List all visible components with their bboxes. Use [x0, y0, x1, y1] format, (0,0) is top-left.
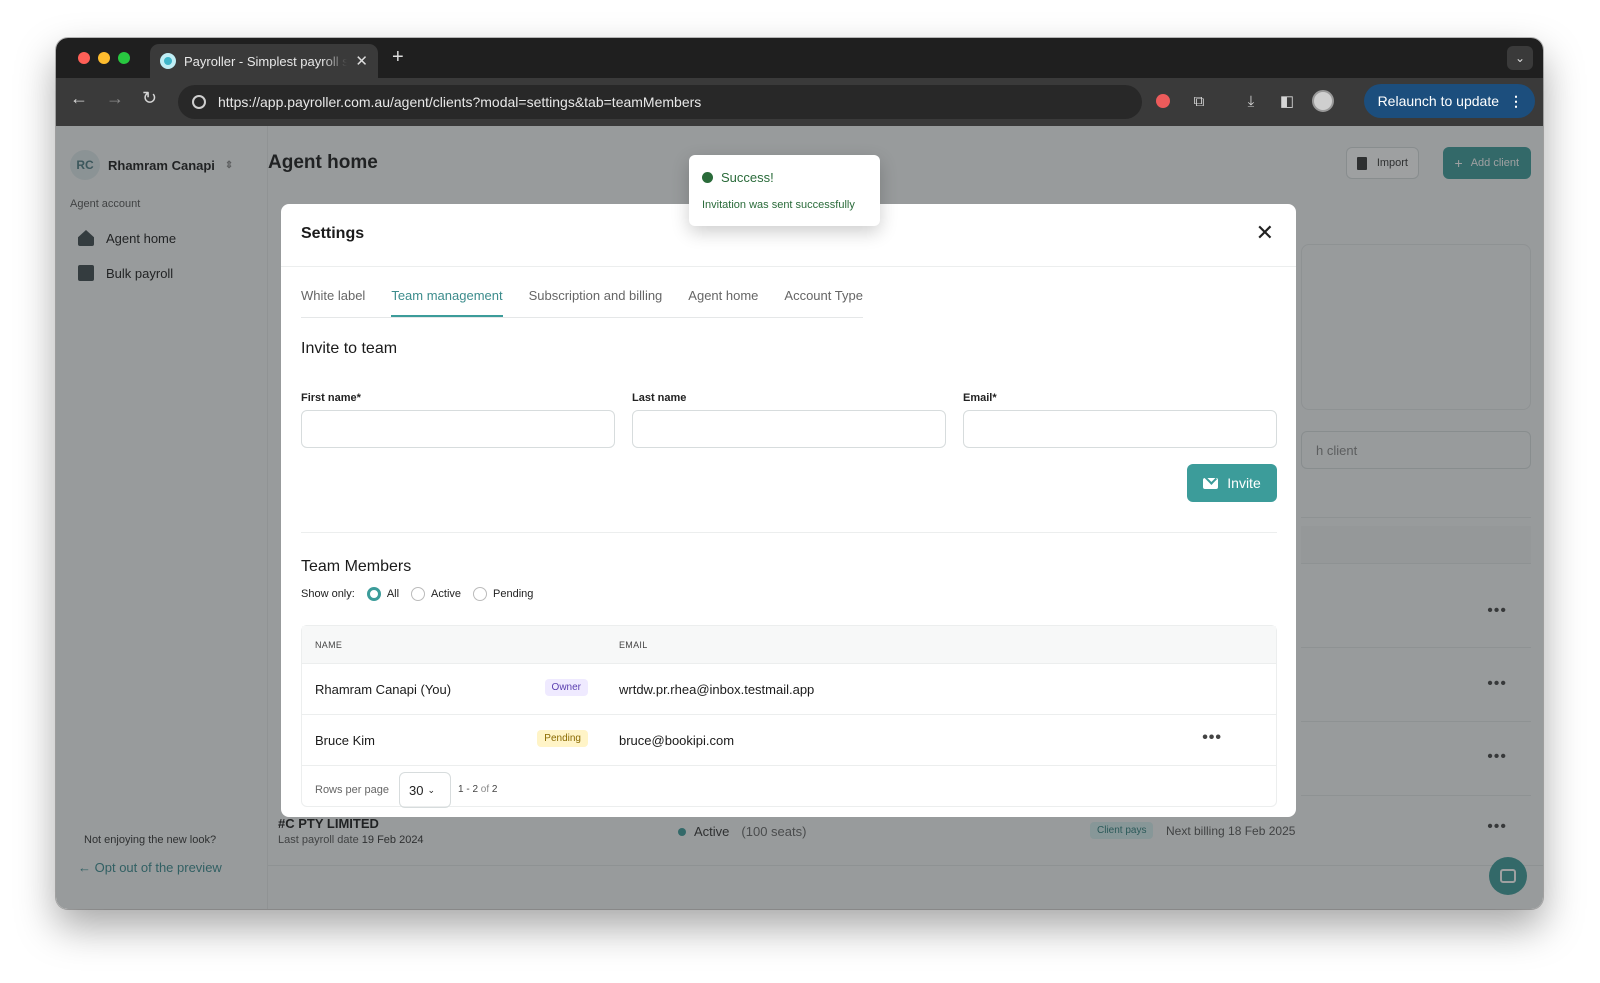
settings-tabs: White label Team management Subscription… — [301, 288, 863, 318]
range-value: 1 - 2 — [458, 784, 479, 795]
forward-arrow-icon[interactable]: → — [106, 88, 124, 109]
back-arrow-icon[interactable]: ← — [70, 88, 88, 109]
settings-modal: Settings ✕ White label Team management S… — [281, 204, 1296, 817]
toast-title-text: Success! — [721, 170, 774, 185]
close-tab-icon[interactable]: ✕ — [355, 52, 368, 70]
show-only-label: Show only: — [301, 588, 355, 600]
member-email: bruce@bookipi.com — [619, 733, 735, 748]
browser-tab[interactable]: Payroller - Simplest payroll software ✕ — [150, 44, 378, 78]
browser-tab-title: Payroller - Simplest payroll software — [184, 53, 348, 69]
status-filter: Show only: All Active Pending — [301, 587, 533, 601]
radio-unchecked-icon — [473, 587, 488, 601]
maximize-window-button[interactable] — [118, 52, 130, 64]
pagination-range: 1 - 2 of 2 — [458, 784, 497, 795]
column-header-email: EMAIL — [619, 640, 648, 650]
payroller-favicon-icon — [160, 53, 176, 69]
radio-unchecked-icon — [411, 587, 426, 601]
last-name-label: Last name — [632, 392, 687, 404]
pagination: Rows per page 30 ⌄ 1 - 2 of 2 — [302, 766, 1276, 808]
minimize-window-button[interactable] — [98, 52, 110, 64]
rows-per-page-label: Rows per page — [315, 784, 389, 796]
range-of: of — [480, 784, 490, 795]
filter-label: Pending — [493, 588, 534, 600]
tab-white-label[interactable]: White label — [301, 288, 365, 317]
tab-search-chevron-icon[interactable]: ⌄ — [1507, 46, 1533, 70]
table-header: NAME EMAIL — [302, 626, 1276, 664]
side-panel-icon[interactable]: ◧ — [1276, 90, 1298, 112]
download-icon[interactable]: ⤓ — [1240, 90, 1262, 112]
member-email: wrtdw.pr.rhea@inbox.testmail.app — [619, 682, 815, 697]
filter-label: All — [386, 588, 400, 600]
first-name-label: First name* — [301, 392, 361, 404]
last-name-field[interactable] — [632, 410, 946, 448]
rows-per-page-value: 30 — [409, 782, 424, 798]
more-vertical-icon: ⋮ — [1509, 92, 1523, 109]
email-field[interactable] — [963, 410, 1277, 448]
browser-toolbar: ← → ↻ https://app.payroller.com.au/agent… — [56, 78, 1543, 126]
browser-tab-bar: Payroller - Simplest payroll software ✕ … — [56, 38, 1543, 78]
profile-avatar-icon[interactable] — [1312, 90, 1334, 112]
check-circle-icon — [702, 172, 713, 183]
address-bar-url: https://app.payroller.com.au/agent/clien… — [218, 94, 702, 110]
divider — [281, 266, 1296, 267]
address-bar[interactable]: https://app.payroller.com.au/agent/clien… — [178, 85, 1142, 119]
team-members-table: NAME EMAIL Rhamram Canapi (You) Owner wr… — [301, 625, 1277, 808]
filter-all-radio[interactable]: All — [366, 587, 400, 601]
radio-checked-icon — [366, 587, 381, 601]
table-row: Rhamram Canapi (You) Owner wrtdw.pr.rhea… — [302, 664, 1276, 715]
site-info-icon[interactable] — [192, 95, 206, 109]
more-horizontal-icon[interactable]: ••• — [1202, 729, 1222, 747]
filter-pending-radio[interactable]: Pending — [473, 587, 533, 601]
divider — [301, 532, 1277, 533]
member-name: Bruce Kim — [315, 733, 375, 748]
reload-icon[interactable]: ↻ — [142, 88, 157, 109]
tab-agent-home[interactable]: Agent home — [688, 288, 758, 317]
range-total: 2 — [491, 784, 498, 795]
tab-account-type[interactable]: Account Type — [784, 288, 863, 317]
toast-title: Success! — [702, 170, 774, 185]
pending-badge: Pending — [537, 730, 588, 747]
extensions-puzzle-icon[interactable]: ⧉ — [1188, 90, 1210, 112]
relaunch-label: Relaunch to update — [1377, 93, 1499, 109]
invite-button[interactable]: Invite — [1187, 464, 1277, 502]
filter-label: Active — [431, 588, 462, 600]
filter-active-radio[interactable]: Active — [411, 587, 461, 601]
owner-badge: Owner — [544, 679, 588, 696]
mail-icon — [1203, 477, 1219, 489]
tab-team-management[interactable]: Team management — [391, 288, 503, 317]
column-header-name: NAME — [315, 640, 343, 650]
close-icon[interactable]: ✕ — [1256, 222, 1274, 244]
extension-icon[interactable] — [1152, 90, 1174, 112]
invite-heading: Invite to team — [301, 340, 398, 357]
member-name: Rhamram Canapi (You) — [315, 682, 452, 697]
toast-message: Invitation was sent successfully — [702, 199, 855, 211]
team-members-heading: Team Members — [301, 558, 412, 575]
relaunch-to-update-button[interactable]: Relaunch to update ⋮ — [1363, 84, 1535, 118]
modal-title: Settings — [301, 225, 365, 242]
table-row: Bruce Kim Pending bruce@bookipi.com ••• — [302, 715, 1276, 766]
first-name-field[interactable] — [301, 410, 615, 448]
close-window-button[interactable] — [78, 52, 90, 64]
new-tab-icon[interactable]: + — [392, 46, 404, 69]
success-toast: Success! Invitation was sent successfull… — [689, 155, 880, 226]
tab-subscription-billing[interactable]: Subscription and billing — [529, 288, 663, 317]
email-label: Email* — [963, 392, 997, 404]
chevron-down-icon: ⌄ — [427, 784, 436, 795]
invite-label: Invite — [1227, 475, 1261, 491]
rows-per-page-select[interactable]: 30 ⌄ — [399, 772, 451, 808]
